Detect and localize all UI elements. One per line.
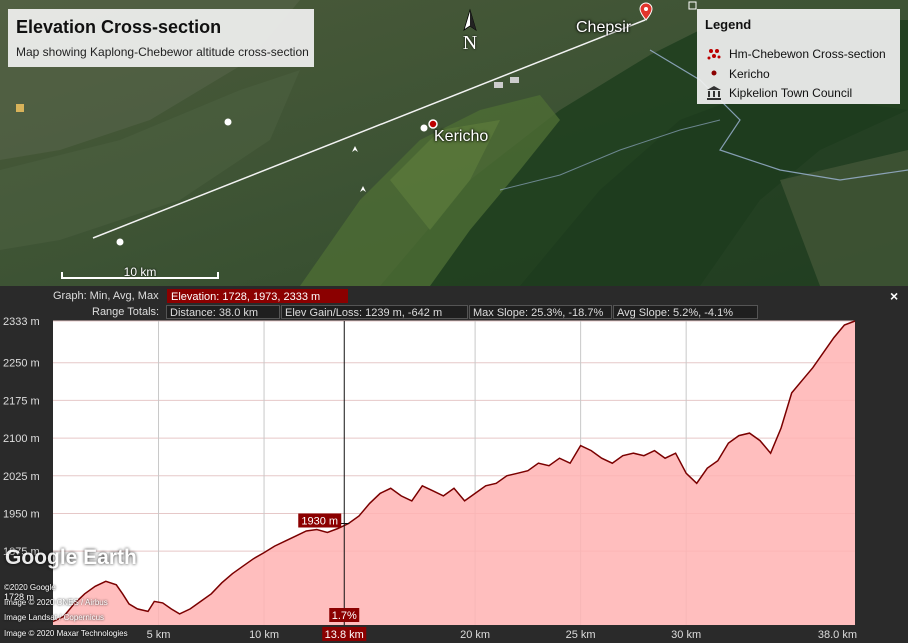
kericho-pin (428, 119, 438, 129)
google-earth-logo: Google Earth (5, 546, 137, 569)
legend-label: Kipkelion Town Council (729, 86, 853, 100)
y-tick-label: 2250 m (3, 358, 40, 370)
map-title-box: Elevation Cross-section Map showing Kapl… (8, 9, 314, 67)
attribution-maxar: Image © 2020 Maxar Technologies (4, 629, 128, 638)
place-label-kericho: Kericho (434, 128, 489, 145)
dots-icon (705, 46, 725, 62)
attribution-cnes: Image © 2020 CNES / Airbus (4, 598, 108, 607)
legend-item-cross-section: Hm-Chebewon Cross-section (705, 46, 886, 62)
y-tick-label: 2025 m (3, 471, 40, 483)
elevation-profile-panel[interactable]: Graph: Min, Avg, Max Elevation: 1728, 19… (0, 286, 908, 643)
north-arrow: N (458, 8, 482, 56)
point-icon (705, 66, 725, 82)
x-tick-label: 10 km (249, 629, 279, 641)
x-tick-label: 20 km (460, 629, 490, 641)
map-title: Elevation Cross-section (16, 17, 222, 37)
legend-label: Hm-Chebewon Cross-section (729, 47, 886, 61)
scale-label: 10 km (123, 265, 157, 279)
elevation-chart[interactable]: 2333 m2250 m2175 m2100 m2025 m1950 m1875… (0, 286, 908, 643)
cursor-slope-label: 1.7% (332, 610, 357, 622)
x-tick-label: 30 km (671, 629, 701, 641)
scale-bar: 10 km (61, 263, 219, 281)
x-tick-label: 25 km (566, 629, 596, 641)
legend-title: Legend (705, 17, 752, 32)
map-subtitle: Map showing Kaplong-Chebewor altitude cr… (16, 45, 309, 59)
building-icon (705, 85, 725, 101)
x-tick-label: 5 km (147, 629, 171, 641)
y-tick-label: 2100 m (3, 433, 40, 445)
y-tick-label: 1950 m (3, 508, 40, 520)
satellite-map[interactable]: Elevation Cross-section Map showing Kapl… (0, 0, 908, 286)
cursor-km-label: 13.8 km (325, 629, 364, 641)
legend-label: Kericho (729, 67, 770, 81)
legend-item-kericho: Kericho (705, 66, 770, 82)
north-label: N (462, 32, 478, 54)
cursor-elevation-label: 1930 m (301, 515, 338, 527)
legend: Legend Hm-Chebewon Cross-section Kericho… (697, 9, 900, 104)
attribution-landsat: Image Landsat / Copernicus (4, 613, 105, 622)
attribution-google: ©2020 Google (4, 583, 56, 592)
y-tick-label: 2333 m (3, 316, 40, 328)
y-tick-label: 2175 m (3, 395, 40, 407)
x-tick-label: 38.0 km (818, 629, 857, 641)
legend-item-town-council: Kipkelion Town Council (705, 85, 852, 101)
place-label-chepsir: Chepsir (576, 19, 632, 36)
